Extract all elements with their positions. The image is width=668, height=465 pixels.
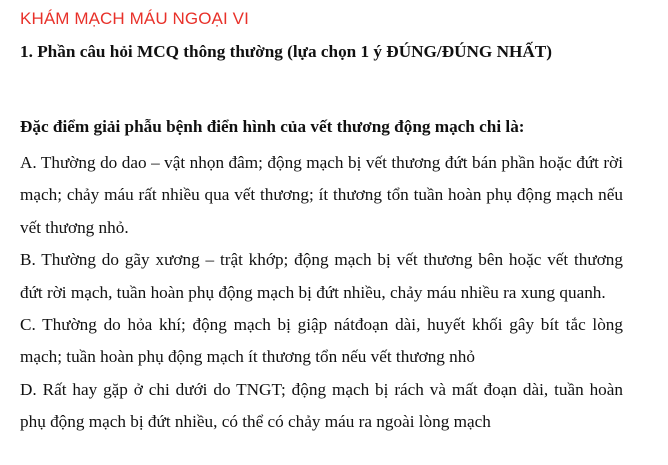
answer-option-b: B. Thường do gãy xương – trật khớp; động… [20,250,623,302]
section-heading: 1. Phần câu hỏi MCQ thông thường (lựa ch… [20,42,552,61]
answer-option-a: A. Thường do dao – vật nhọn đâm; động mạ… [20,153,623,237]
answer-option-d: D. Rất hay gặp ở chi dưới do TNGT; động … [20,379,623,432]
document-page: KHÁM MẠCH MÁU NGOẠI VI 1. Phần câu hỏi M… [0,0,668,465]
answer-option-c: C. Thường do hỏa khí; động mạch bị giập … [20,315,623,367]
answer-options-list: A. Thường do dao – vật nhọn đâm; động mạ… [20,147,623,439]
question-text: Đặc điểm giải phẫu bệnh điển hình của vế… [20,117,525,136]
document-title: KHÁM MẠCH MÁU NGOẠI VI [20,9,249,28]
